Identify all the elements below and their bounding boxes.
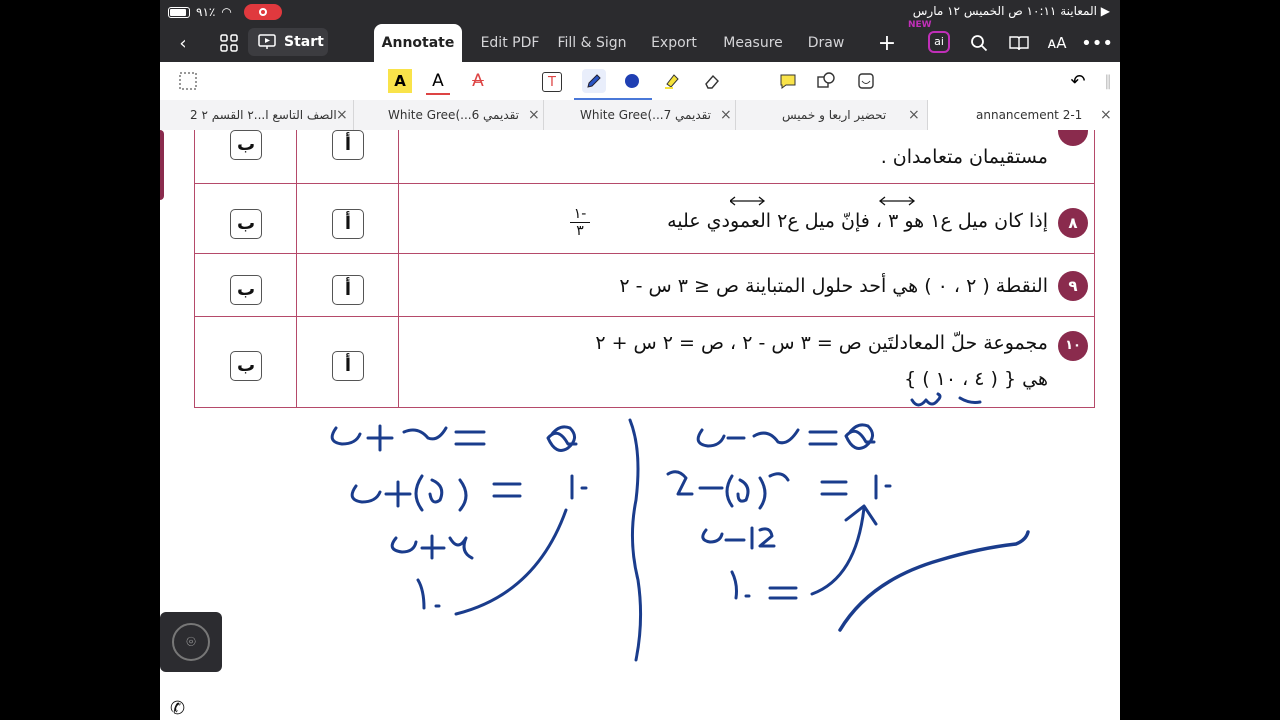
ink-stroke <box>666 470 892 510</box>
ink-stroke <box>350 474 588 512</box>
ink-stroke <box>958 396 982 404</box>
ink-stroke <box>628 418 643 662</box>
floating-capture-button[interactable]: ⌾ <box>160 612 222 672</box>
handwriting-layer <box>330 392 1030 662</box>
ink-stroke <box>696 423 876 450</box>
ink-stroke <box>390 534 474 560</box>
ink-stroke <box>730 570 798 600</box>
ink-stroke <box>416 578 441 610</box>
ink-stroke <box>330 424 578 452</box>
ink-stroke <box>838 530 1030 632</box>
ink-stroke <box>701 526 776 550</box>
ink-stroke <box>454 508 568 616</box>
app-window: ٩١٪ ◠ ▶ المعاينة ١٠:١١ ص الخميس ١٢ مارس … <box>160 0 1120 720</box>
ink-stroke <box>810 504 878 596</box>
phone-call-icon[interactable]: ✆ <box>170 698 185 719</box>
camera-icon: ⌾ <box>172 623 210 661</box>
ink-stroke <box>910 392 942 407</box>
